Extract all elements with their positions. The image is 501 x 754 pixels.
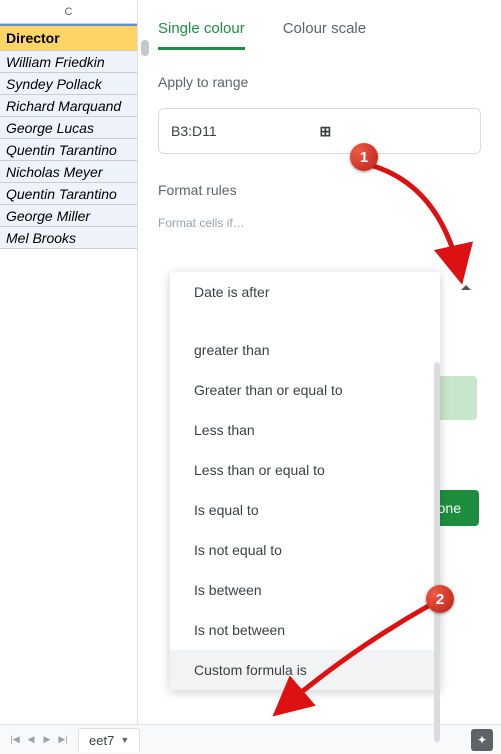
dd-item-between[interactable]: Is between (170, 570, 440, 610)
sheet-nav-buttons[interactable]: |◀ ◀ ▶ ▶| (8, 733, 70, 747)
cell[interactable]: Quentin Tarantino (0, 183, 137, 205)
format-condition-dropdown[interactable]: Date is after greater than Greater than … (170, 272, 440, 690)
dd-item-date-after[interactable]: Date is after (170, 272, 440, 312)
dd-item-greater-than[interactable]: greater than (170, 330, 440, 370)
format-tabs: Single colour Colour scale (158, 20, 481, 50)
format-cells-if-label: Format cells if… (158, 216, 481, 230)
format-rules-label: Format rules (158, 182, 481, 198)
dd-item-equal[interactable]: Is equal to (170, 490, 440, 530)
explore-button[interactable]: ✦ (471, 729, 493, 751)
cell[interactable]: Nicholas Meyer (0, 161, 137, 183)
tab-single-colour[interactable]: Single colour (158, 20, 245, 50)
dropdown-caret-icon[interactable] (461, 285, 471, 290)
cell[interactable]: William Friedkin (0, 51, 137, 73)
dd-item-custom-formula[interactable]: Custom formula is (170, 650, 440, 690)
footer-bar: |◀ ◀ ▶ ▶| eet7 ▼ ✦ (0, 724, 501, 754)
range-selector-icon[interactable]: ⊞ (320, 123, 469, 140)
callout-1: 1 (350, 143, 378, 171)
range-value: B3:D11 (171, 123, 320, 139)
nav-last-icon[interactable]: ▶| (56, 733, 70, 747)
cell[interactable]: George Miller (0, 205, 137, 227)
cell[interactable]: Mel Brooks (0, 227, 137, 249)
tab-colour-scale[interactable]: Colour scale (283, 20, 366, 50)
sheet-tab[interactable]: eet7 ▼ (78, 728, 140, 752)
chevron-down-icon[interactable]: ▼ (120, 735, 129, 745)
cell[interactable]: George Lucas (0, 117, 137, 139)
column-letter[interactable]: C (0, 0, 137, 24)
callout-2: 2 (426, 585, 454, 613)
cell[interactable]: Richard Marquand (0, 95, 137, 117)
dd-item-not-equal[interactable]: Is not equal to (170, 530, 440, 570)
nav-next-icon[interactable]: ▶ (40, 733, 54, 747)
nav-prev-icon[interactable]: ◀ (24, 733, 38, 747)
nav-first-icon[interactable]: |◀ (8, 733, 22, 747)
header-cell[interactable]: Director (0, 24, 137, 51)
dd-item-gte[interactable]: Greater than or equal to (170, 370, 440, 410)
dd-item-not-between[interactable]: Is not between (170, 610, 440, 650)
range-input[interactable]: B3:D11 ⊞ (158, 108, 481, 154)
dd-item-less-than[interactable]: Less than (170, 410, 440, 450)
cell[interactable]: Quentin Tarantino (0, 139, 137, 161)
spreadsheet-column: C Director William Friedkin Syndey Polla… (0, 0, 138, 726)
dd-item-lte[interactable]: Less than or equal to (170, 450, 440, 490)
sheet-tab-label: eet7 (89, 733, 114, 748)
dropdown-scrollbar[interactable] (434, 362, 440, 742)
apply-range-label: Apply to range (158, 74, 481, 90)
cell[interactable]: Syndey Pollack (0, 73, 137, 95)
